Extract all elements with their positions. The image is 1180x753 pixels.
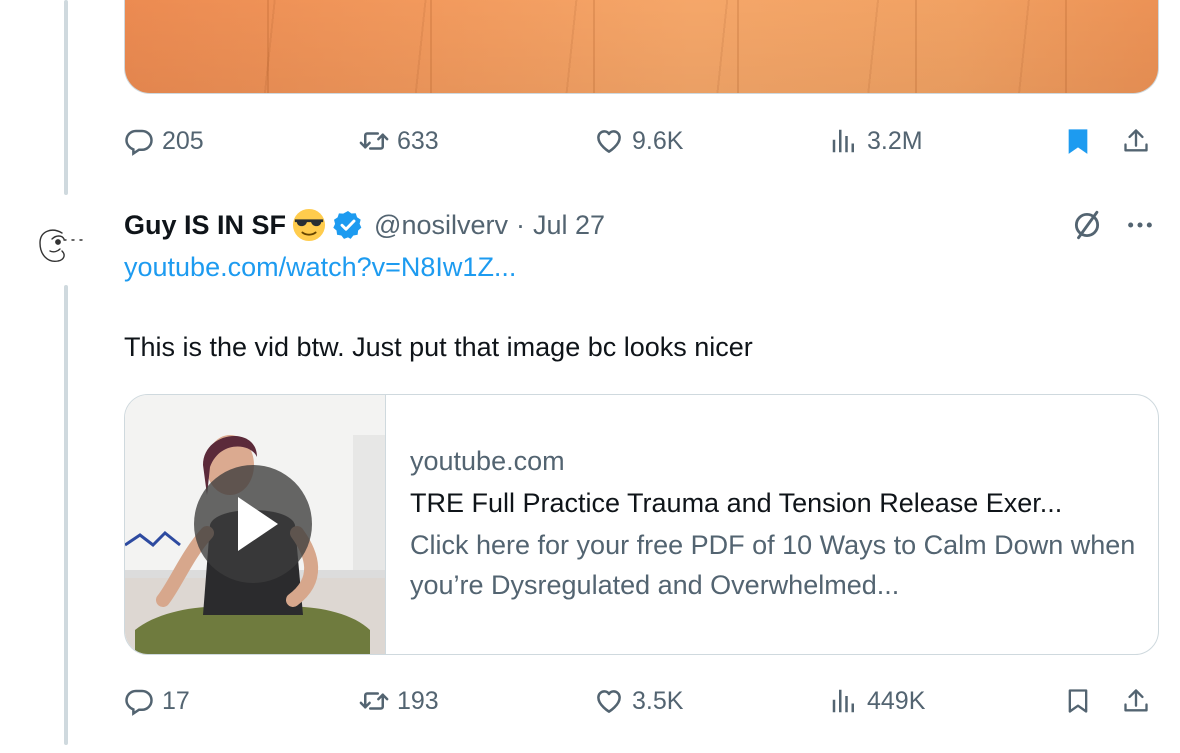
grok-button[interactable] xyxy=(1068,207,1106,243)
card-description: Click here for your free PDF of 10 Ways … xyxy=(410,530,1136,600)
more-horizontal-icon xyxy=(1128,222,1152,228)
link-preview-card[interactable]: youtube.com TRE Full Practice Trauma and… xyxy=(124,394,1159,655)
more-options-button[interactable] xyxy=(1120,207,1160,243)
reply-icon xyxy=(125,129,153,156)
like-count: 9.6K xyxy=(632,126,684,155)
share-button[interactable] xyxy=(1122,121,1150,161)
bookmark-button[interactable] xyxy=(1064,121,1092,161)
like-button[interactable]: 9.6K xyxy=(594,121,683,161)
share-icon xyxy=(1124,689,1148,712)
reply-icon xyxy=(125,689,153,716)
tweet-date[interactable]: Jul 27 xyxy=(533,210,605,241)
sunglasses-emoji-icon xyxy=(292,208,326,242)
tweet-text: This is the vid btw. Just put that image… xyxy=(124,332,753,362)
bookmark-icon xyxy=(1068,689,1088,713)
reply-count: 205 xyxy=(162,126,204,155)
analytics-icon xyxy=(832,129,854,153)
verified-badge-icon[interactable] xyxy=(332,209,364,241)
like-count: 3.5K xyxy=(632,686,684,715)
analytics-icon xyxy=(832,689,854,713)
heart-icon xyxy=(597,690,621,713)
avatar[interactable] xyxy=(30,215,102,275)
retweet-button[interactable]: 633 xyxy=(359,121,439,161)
views-button[interactable]: 449K xyxy=(829,681,925,721)
reply-count: 17 xyxy=(162,686,190,715)
grok-icon xyxy=(1074,210,1100,240)
tweet-link[interactable]: youtube.com/watch?v=N8Iw1Z... xyxy=(124,252,516,283)
card-title: TRE Full Practice Trauma and Tension Rel… xyxy=(410,488,1063,518)
tweet-author-row: Guy IS IN SF @nosilverv · Jul 27 xyxy=(124,205,605,245)
reply-button[interactable]: 17 xyxy=(124,681,190,721)
author-display-name[interactable]: Guy IS IN SF xyxy=(124,210,286,241)
views-button[interactable]: 3.2M xyxy=(829,121,923,161)
share-button[interactable] xyxy=(1122,681,1150,721)
retweet-count: 633 xyxy=(397,126,439,155)
tweet-actions: 205 633 9.6K 3.2M xyxy=(124,121,1158,161)
tweet-media-image[interactable] xyxy=(124,0,1159,94)
avatar-sketch-icon xyxy=(39,229,85,262)
bookmark-filled-icon xyxy=(1068,129,1088,154)
bookmark-button[interactable] xyxy=(1064,681,1092,721)
like-button[interactable]: 3.5K xyxy=(594,681,683,721)
retweet-button[interactable]: 193 xyxy=(359,681,439,721)
thread-line-top xyxy=(64,0,68,195)
heart-icon xyxy=(597,130,621,153)
date-separator: · xyxy=(515,209,525,240)
card-domain: youtube.com xyxy=(410,446,565,476)
card-thumbnail[interactable] xyxy=(125,395,386,654)
reply-button[interactable]: 205 xyxy=(124,121,204,161)
author-handle[interactable]: @nosilverv xyxy=(374,210,508,241)
views-count: 449K xyxy=(867,686,926,715)
retweet-count: 193 xyxy=(397,686,439,715)
thread-line-bottom xyxy=(64,285,68,745)
tweet-actions: 17 193 3.5K 449K xyxy=(124,681,1158,721)
video-thumbnail-image xyxy=(125,395,385,654)
views-count: 3.2M xyxy=(867,126,923,155)
card-body: youtube.com TRE Full Practice Trauma and… xyxy=(410,441,1138,605)
retweet-icon xyxy=(359,132,389,150)
retweet-icon xyxy=(359,692,389,710)
share-icon xyxy=(1124,129,1148,152)
